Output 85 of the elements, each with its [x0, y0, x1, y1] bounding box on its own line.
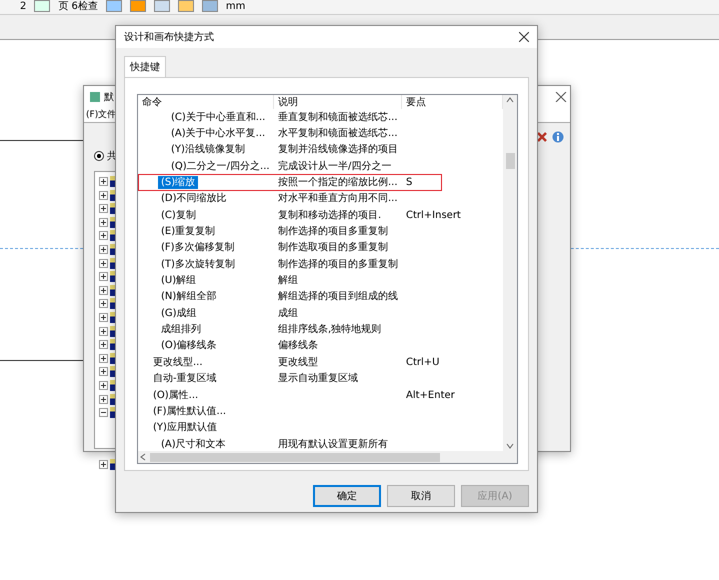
shortcut-cell-text: Ctrl+Insert — [405, 208, 462, 222]
description-cell-text: 水平复制和镜面被选纸芯... — [277, 127, 399, 140]
expand-icon[interactable] — [99, 244, 108, 254]
expand-icon[interactable] — [99, 394, 108, 404]
expand-icon[interactable] — [99, 190, 108, 200]
window-icon — [90, 92, 100, 102]
dialog-button[interactable]: 取消 — [387, 485, 455, 507]
command-cell[interactable]: (F)属性默认值... — [150, 404, 230, 418]
shortcut-cell-text: S — [405, 176, 414, 190]
page-count-value[interactable]: 2 — [20, 2, 26, 12]
column-header[interactable]: 命令 — [138, 95, 274, 109]
command-cell[interactable]: (Q)二分之一/四分之... — [168, 160, 273, 173]
scroll-up-icon[interactable] — [506, 95, 514, 105]
unit-label[interactable]: mm — [226, 2, 246, 12]
description-cell-text: 用现有默认设置更新所有 — [277, 438, 389, 451]
scroll-left-icon[interactable] — [138, 453, 148, 461]
expand-icon[interactable] — [99, 299, 108, 308]
expand-icon[interactable] — [99, 218, 108, 227]
expand-icon[interactable] — [99, 272, 108, 282]
description-cell-text: 组排序线条,独特地规则 — [277, 323, 382, 336]
description-cell-text: 解组选择的项目到组成的线 — [277, 290, 399, 304]
description-cell-text: 按照一个指定的缩放比例... — [277, 176, 399, 190]
command-cell[interactable]: (D)不同缩放比 — [158, 192, 230, 206]
expand-icon[interactable] — [99, 460, 108, 469]
close-icon — [519, 32, 529, 42]
command-cell[interactable]: (Y)应用默认值 — [150, 421, 220, 434]
command-cell[interactable]: (N)解组全部 — [158, 290, 220, 304]
description-cell-text: 制作选取项目的多重复制 — [277, 241, 389, 254]
description-cell-text: 对水平和垂直方向用不同... — [277, 192, 399, 206]
command-cell[interactable]: (G)成组 — [158, 306, 200, 320]
description-cell-text: 复制并沿线镜像选择的项目 — [277, 143, 399, 156]
menu-item[interactable]: (F)文件 — [86, 110, 116, 120]
command-cell[interactable]: (C)复制 — [158, 208, 199, 222]
description-cell-text: 成组 — [277, 306, 299, 320]
toolbar-label[interactable]: 页 6检查 — [58, 2, 98, 12]
command-cell[interactable]: (A)尺寸和文本 — [158, 438, 229, 451]
command-cell[interactable]: 自动-重复区域 — [150, 372, 220, 386]
expand-icon[interactable] — [99, 354, 108, 363]
command-cell[interactable]: (A)关于中心水平复... — [168, 127, 268, 140]
vertical-scrollbar[interactable] — [503, 95, 517, 451]
command-cell[interactable]: 更改线型... — [150, 356, 206, 369]
expand-icon[interactable] — [99, 231, 108, 240]
expand-icon[interactable] — [99, 204, 108, 214]
scroll-down-icon[interactable] — [506, 441, 514, 451]
command-cell[interactable]: (F)多次偏移复制 — [158, 241, 238, 254]
description-cell-text: 偏移线条 — [277, 339, 319, 352]
expand-icon[interactable] — [99, 380, 108, 390]
command-cell[interactable]: (C)关于中心垂直和... — [168, 110, 268, 124]
command-cell[interactable]: (U)解组 — [158, 274, 200, 288]
description-cell-text: 完成设计从一半/四分之一 — [277, 160, 392, 173]
column-header[interactable]: 说明 — [274, 95, 402, 109]
horizontal-scrollbar[interactable] — [138, 451, 517, 463]
command-cell[interactable]: (O)属性... — [150, 388, 202, 402]
scrollbar-thumb[interactable] — [150, 452, 440, 462]
scrollbar-thumb[interactable] — [506, 153, 514, 169]
description-cell-text: 制作选择的项目多重复制 — [277, 225, 389, 238]
shortcut-cell-text: Ctrl+U — [405, 356, 440, 369]
command-cell[interactable]: 成组排列 — [158, 323, 204, 336]
expand-icon[interactable] — [99, 177, 108, 186]
expand-icon[interactable] — [99, 258, 108, 268]
description-cell-text: 制作选择的项目的多重复制 — [277, 258, 399, 271]
expand-icon[interactable] — [99, 312, 108, 322]
description-cell-text: 复制和移动选择的项目. — [277, 208, 382, 222]
info-icon — [552, 131, 564, 143]
command-cell[interactable]: (Y)沿线镜像复制 — [168, 143, 248, 156]
description-cell-text: 显示自动重复区域 — [277, 372, 359, 386]
expand-icon[interactable] — [99, 367, 108, 376]
command-cell[interactable]: (T)多次旋转复制 — [158, 258, 238, 271]
dialog-title: 设计和画布快捷方式 — [124, 30, 214, 44]
description-cell-text: 更改线型 — [277, 356, 319, 369]
window-title: 默 — [104, 91, 114, 104]
expand-icon[interactable] — [99, 340, 108, 350]
radio-button[interactable] — [94, 151, 104, 161]
description-cell-text: 垂直复制和镜面被选纸芯... — [277, 110, 399, 124]
description-cell-text: 解组 — [277, 274, 299, 288]
command-cell[interactable]: (O)偏移线条 — [158, 339, 220, 352]
expand-icon[interactable] — [99, 286, 108, 295]
dialog-button[interactable]: 确定 — [313, 485, 381, 507]
shortcut-cell-text: Alt+Enter — [405, 388, 456, 402]
delete-icon — [536, 131, 548, 143]
collapse-icon[interactable] — [99, 408, 108, 418]
command-cell[interactable]: (E)重复复制 — [158, 225, 218, 238]
tab[interactable]: 快捷键 — [124, 56, 166, 77]
command-cell[interactable]: (S)缩放 — [158, 176, 198, 190]
expand-icon[interactable] — [99, 326, 108, 336]
